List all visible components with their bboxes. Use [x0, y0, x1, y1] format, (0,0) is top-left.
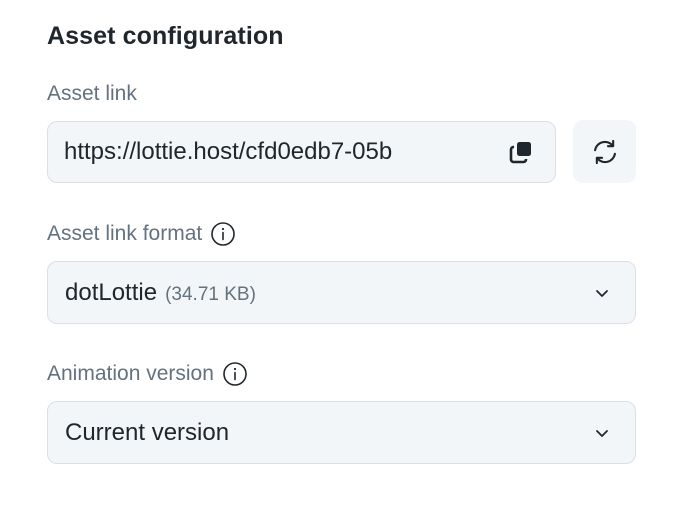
- asset-link-format-label-row: Asset link format: [47, 221, 236, 247]
- asset-link-field[interactable]: https://lottie.host/cfd0edb7-05b: [47, 121, 556, 183]
- info-icon[interactable]: [222, 361, 248, 387]
- copy-icon: [509, 142, 531, 164]
- chevron-down-icon: [591, 282, 613, 304]
- asset-link-format-selected: dotLottie (34.71 KB): [65, 279, 591, 307]
- animation-version-select[interactable]: Current version: [47, 401, 636, 464]
- animation-version-label: Animation version: [47, 362, 214, 385]
- chevron-down-icon: [591, 422, 613, 444]
- asset-link-label-row: Asset link: [47, 82, 137, 106]
- asset-link-value[interactable]: https://lottie.host/cfd0edb7-05b: [64, 138, 505, 166]
- refresh-link-button[interactable]: [573, 120, 636, 183]
- asset-link-label: Asset link: [47, 82, 137, 105]
- asset-configuration-panel: Asset configuration Asset link https://l…: [0, 0, 684, 510]
- refresh-icon: [593, 139, 616, 164]
- panel-title: Asset configuration: [47, 22, 284, 50]
- animation-version-selected: Current version: [65, 418, 230, 446]
- animation-version-label-row: Animation version: [47, 361, 248, 387]
- format-file-size: (34.71 KB): [165, 283, 256, 305]
- format-name: dotLottie: [65, 278, 158, 306]
- info-icon[interactable]: [210, 221, 236, 247]
- asset-link-format-select[interactable]: dotLottie (34.71 KB): [47, 261, 636, 324]
- asset-link-format-label: Asset link format: [47, 222, 203, 245]
- copy-link-button[interactable]: [505, 136, 537, 168]
